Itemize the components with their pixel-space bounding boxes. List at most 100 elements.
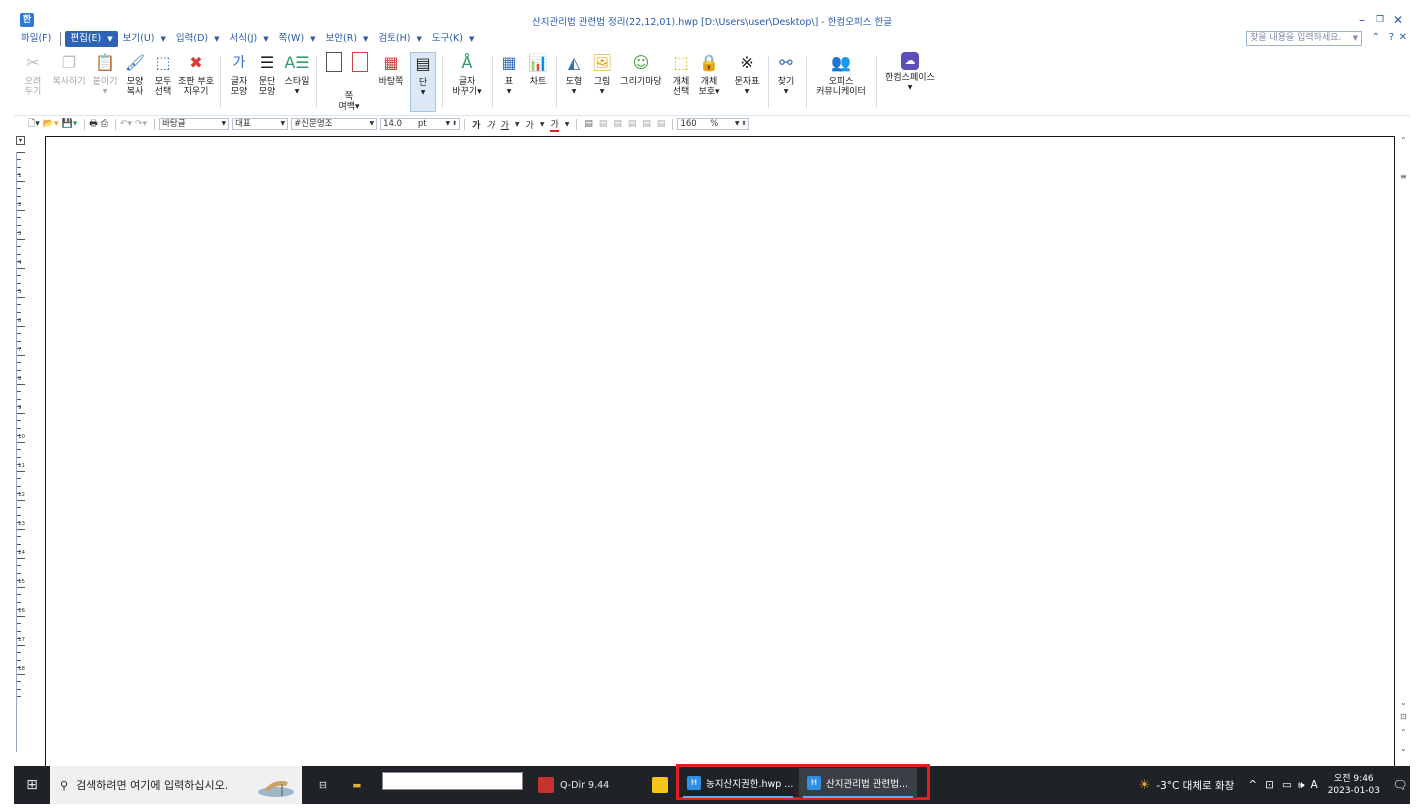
clear-marks-button[interactable]: ✖ 조판 부호 지우기 [176, 52, 216, 98]
chevron-down-icon[interactable]: ▼ [590, 87, 614, 97]
align-left-icon[interactable]: ▤ [599, 119, 608, 129]
ribbon-collapse-icon[interactable]: ⌃ [1372, 32, 1380, 43]
font-color-button[interactable]: 가 [550, 117, 559, 132]
save-icon[interactable]: 💾▾ [62, 118, 78, 130]
shape-button[interactable]: ◭ 도형 ▼ [562, 52, 586, 97]
chevron-down-icon[interactable]: ▼ [107, 35, 112, 43]
chevron-down-icon[interactable]: ▼ [1353, 32, 1358, 45]
chevron-down-icon[interactable]: ▼ [263, 35, 268, 43]
redo-icon[interactable]: ↷▾ [135, 118, 147, 130]
menu-page[interactable]: 쪽(W) ▼ [274, 31, 321, 47]
undo-icon[interactable]: ↶▾ [120, 118, 132, 130]
page-margin-button[interactable]: 쪽 여백▾ [324, 92, 374, 112]
restore-icon[interactable]: ❐ [1372, 12, 1388, 28]
chevron-down-icon[interactable]: ▼ [214, 35, 219, 43]
start-button[interactable]: ⊞ [14, 766, 50, 804]
notification-icon[interactable]: 🗨 [1390, 778, 1410, 792]
menu-view[interactable]: 보기(U) ▼ [118, 31, 171, 47]
chevron-down-icon[interactable]: ▼ [161, 35, 166, 43]
justify-icon[interactable]: ▤ [584, 119, 593, 129]
close-icon[interactable]: ✕ [1390, 12, 1406, 28]
object-protect-button[interactable]: 🔒 개체 보호▾ [696, 52, 722, 98]
network-icon[interactable]: ⊡ [1265, 779, 1274, 791]
volume-icon[interactable]: 🕪 [1298, 779, 1305, 792]
chevron-down-icon[interactable]: ▼ [363, 35, 368, 43]
ruler-toggle-icon[interactable]: ▾ [16, 136, 25, 145]
chevron-down-icon[interactable]: ▼ [369, 119, 374, 129]
help-icon[interactable]: ? [1389, 32, 1394, 43]
chevron-down-icon[interactable]: ▼ [774, 87, 798, 97]
select-all-button[interactable]: ⬚ 모두 선택 [150, 52, 176, 98]
chevron-down-icon[interactable]: ▼ [469, 35, 474, 43]
para-shape-button[interactable]: ☰ 문단 모양 [254, 52, 280, 98]
superscript-button[interactable]: 가 [526, 118, 534, 131]
menu-security[interactable]: 보안(R) ▼ [321, 31, 374, 47]
document-page[interactable] [45, 136, 1395, 774]
chevron-down-icon[interactable]: ▼ [90, 87, 120, 97]
margin-button[interactable] [348, 52, 372, 80]
underline-button[interactable]: 가 [501, 118, 509, 131]
hancom-space-button[interactable]: ☁ 한컴스페이스 ▼ [880, 52, 940, 93]
menu-edit[interactable]: 편집(E) ▼ [65, 31, 118, 47]
chevron-down-icon[interactable]: ▼ [540, 121, 545, 128]
menu-file[interactable]: 파일(F) [16, 31, 56, 47]
weather-label[interactable]: -3°C 대체로 화창 [1156, 778, 1234, 793]
scroll-down-icon[interactable]: ⌄ [1400, 698, 1407, 707]
chevron-down-icon[interactable]: ▼ [732, 87, 762, 97]
prev-page-icon[interactable]: ⌃ [1400, 728, 1407, 737]
chevron-down-icon[interactable]: ▼ [280, 119, 285, 129]
columns-button[interactable]: ▤ 단 ▼ [410, 52, 436, 112]
distribute-icon[interactable]: ▤ [642, 119, 651, 129]
new-doc-icon[interactable]: 🗋▾ [28, 118, 40, 130]
font-size-select[interactable]: 14.0 pt ▼ ⬍ [380, 118, 461, 130]
next-page-icon[interactable]: ⌄ [1400, 744, 1407, 753]
taskbar-search-input[interactable]: ⚲ 검색하려면 여기에 입력하십시오. [50, 766, 302, 804]
chevron-down-icon[interactable]: ▼ ⬍ [445, 119, 457, 129]
taskbar-blank-app[interactable] [382, 772, 523, 790]
open-icon[interactable]: 📂▾ [43, 118, 59, 130]
style-button[interactable]: A☰ 스타일 ▼ [282, 52, 312, 97]
align-right-icon[interactable]: ▤ [628, 119, 637, 129]
menu-insert[interactable]: 입력(D) ▼ [171, 31, 225, 47]
scroll-thumb[interactable]: ≡ [1400, 172, 1407, 181]
vertical-scrollbar[interactable]: ⌃ ≡ ⌄ ⊡ ⌃ ⌄ [1398, 132, 1410, 770]
help-search-input[interactable]: 찾을 내용을 입력하세요. ▼ [1246, 31, 1362, 46]
minimize-icon[interactable]: – [1354, 12, 1370, 28]
italic-button[interactable]: 가 [486, 118, 494, 131]
find-button[interactable]: ⚯ 찾기 ▼ [774, 52, 798, 97]
chevron-down-icon[interactable]: ▼ [310, 35, 315, 43]
bold-button[interactable]: 가 [472, 118, 480, 131]
language-select[interactable]: 대표 ▼ [232, 118, 289, 130]
chart-button[interactable]: 📊 차트 [526, 52, 550, 88]
divide-icon[interactable]: ▤ [657, 119, 666, 129]
chevron-up-icon[interactable]: ^ [1248, 779, 1257, 791]
clock[interactable]: 오전 9:46 2023-01-03 [1328, 773, 1380, 797]
object-select-button[interactable]: ⬚ 개체 선택 [668, 52, 694, 98]
char-shape-button[interactable]: 가 글자 모양 [226, 52, 252, 97]
style-select[interactable]: 바탕글 ▼ [159, 118, 230, 130]
doc-close-icon[interactable]: ✕ [1399, 32, 1407, 43]
align-center-icon[interactable]: ▤ [613, 119, 622, 129]
file-explorer-icon[interactable]: ▬ [344, 766, 370, 804]
ime-indicator[interactable]: A [1311, 779, 1318, 791]
chevron-down-icon[interactable]: ▼ [562, 87, 586, 97]
menu-review[interactable]: 검토(H) ▼ [373, 31, 426, 47]
chevron-down-icon[interactable]: ▼ [565, 121, 570, 128]
hwp-taskbar-button-1[interactable]: H 농지산지권한.hwp ... [679, 768, 797, 798]
chevron-down-icon[interactable]: ▼ [515, 121, 520, 128]
chevron-down-icon[interactable]: ▼ [411, 88, 435, 98]
cut-button[interactable]: ✂ 오려 두기 [18, 52, 48, 98]
background-page-button[interactable]: ▦ 바탕쪽 [376, 52, 406, 88]
menu-tools[interactable]: 도구(K) ▼ [427, 31, 480, 47]
weather-icon[interactable]: ☀ [1139, 778, 1151, 793]
sticky-notes-icon[interactable] [650, 766, 670, 804]
preview-icon[interactable]: ⎙ [101, 118, 108, 130]
chevron-down-icon[interactable]: ▼ [221, 119, 226, 129]
zoom-select[interactable]: 160% ▼ ⬍ [677, 118, 750, 130]
font-select[interactable]: #신문명조 ▼ [291, 118, 378, 130]
task-view-icon[interactable]: ⊟ [310, 766, 336, 804]
copy-button[interactable]: ❐ 복사하기 [48, 52, 90, 88]
chevron-down-icon[interactable]: ▼ [498, 87, 520, 97]
display-icon[interactable]: ▭ [1282, 779, 1292, 791]
hwp-taskbar-button-2[interactable]: H 산지관리법 관련법... [799, 768, 917, 798]
